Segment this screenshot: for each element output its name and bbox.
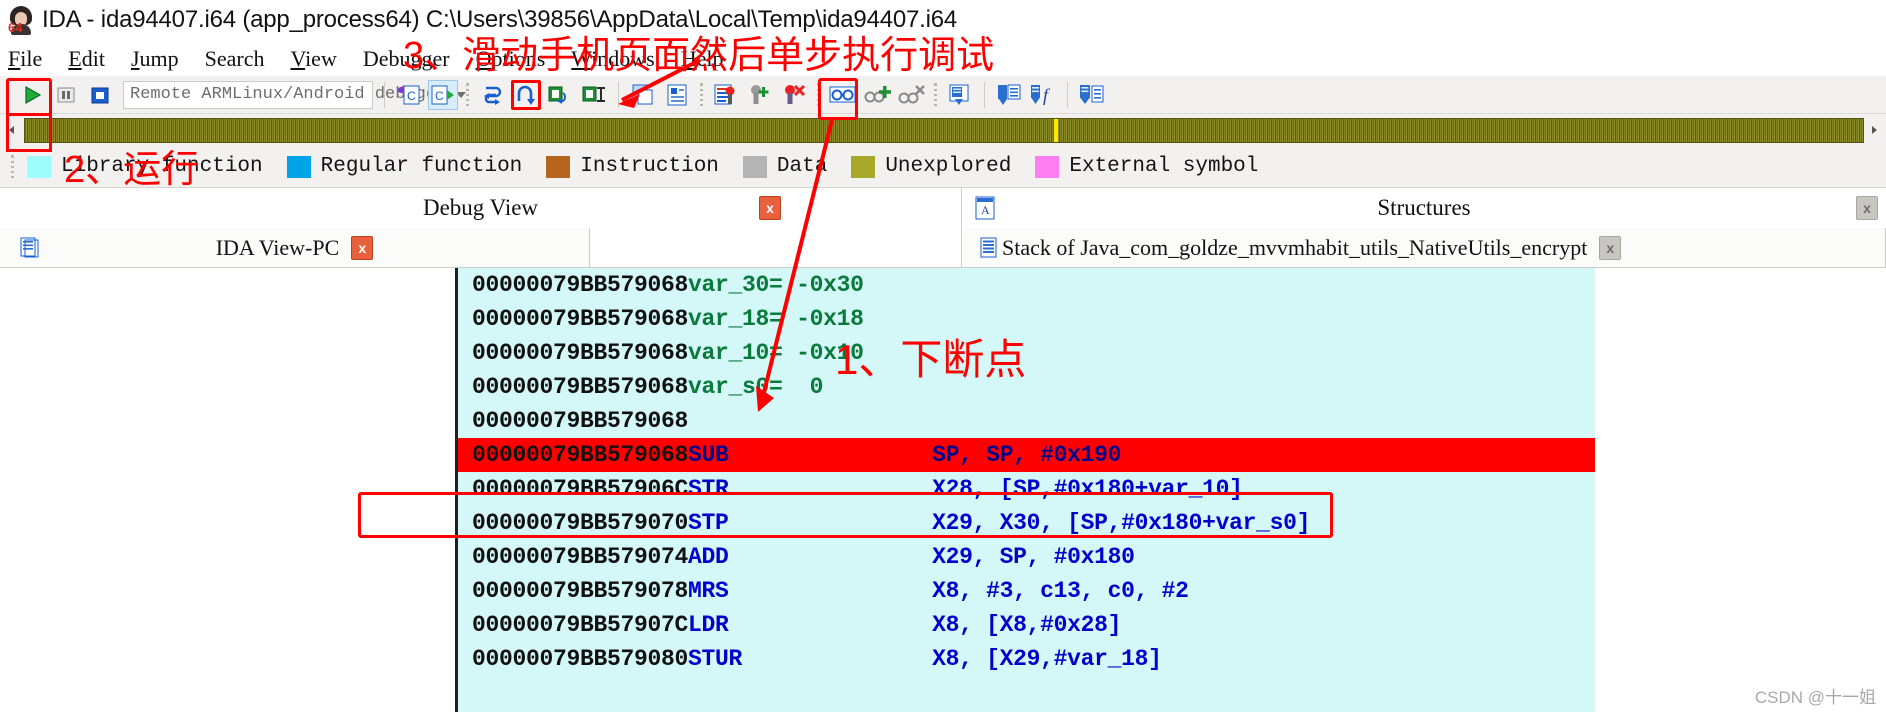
ida-main-window: 64 IDA - ida94407.i64 (app_process64) C:… [0,0,1886,712]
annotation-box-breakpoint-button [818,78,858,120]
annotation-box-run-button [6,78,52,116]
annotation-overlay [618,58,834,412]
annotation-box-breakpoint-line [358,492,1333,538]
watermark: CSDN @十一姐 [1754,688,1876,707]
